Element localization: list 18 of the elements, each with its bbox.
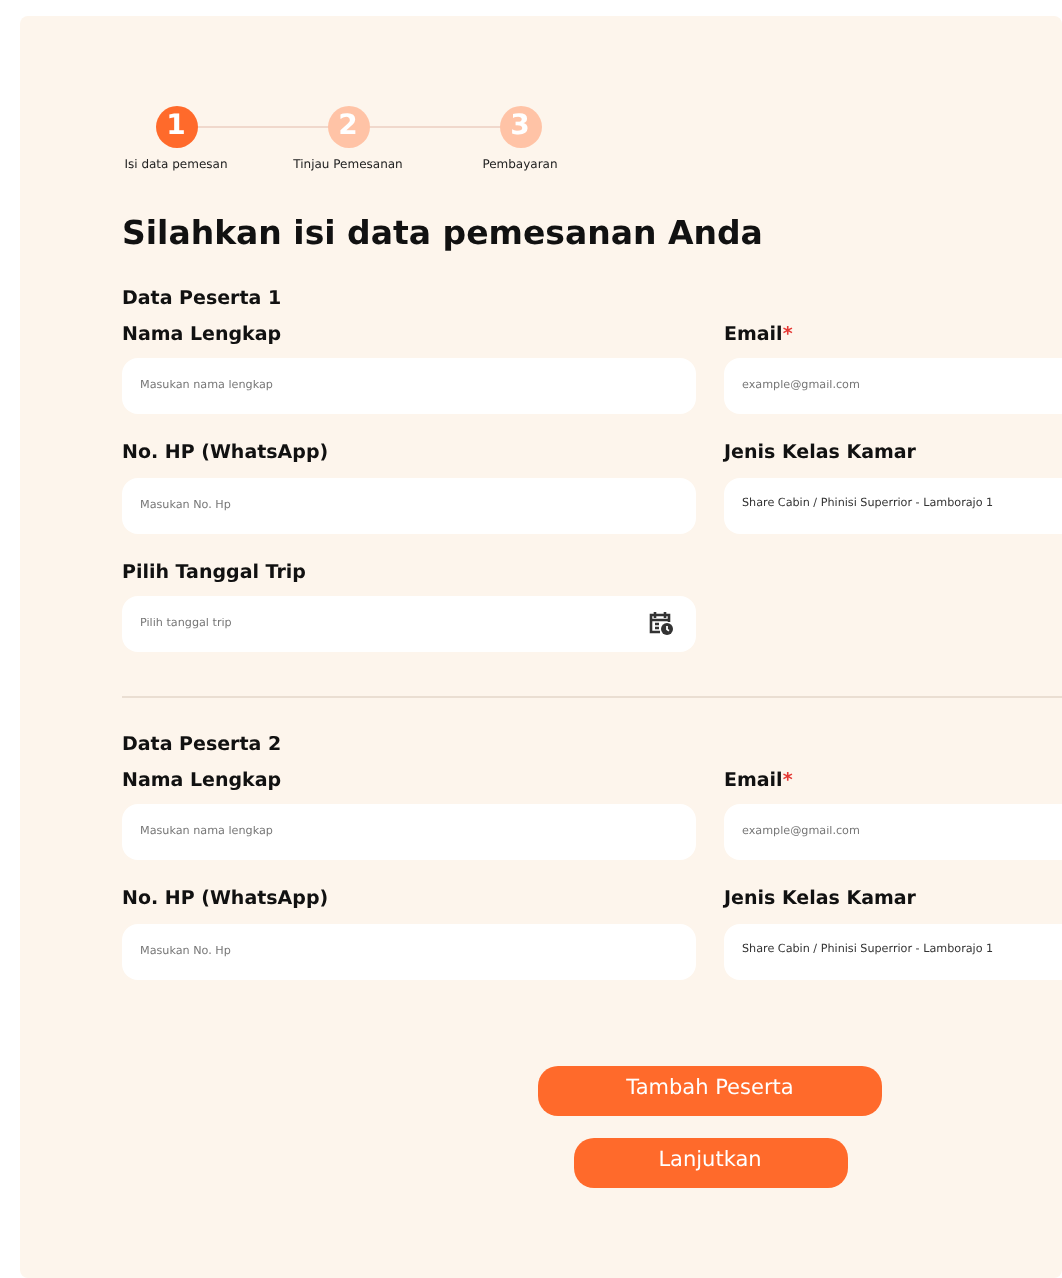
- required-mark: *: [782, 770, 793, 793]
- field-label: Email*: [724, 768, 795, 797]
- step-number: 1: [155, 106, 197, 148]
- page-title: Silahkan isi data pemesanan Anda: [122, 214, 765, 254]
- required-mark: *: [782, 324, 793, 347]
- field-label: Pilih Tanggal Trip: [122, 559, 308, 588]
- step-number: 2: [327, 106, 369, 148]
- field-label: Email*: [724, 322, 795, 351]
- field-label: Nama Lengkap: [122, 768, 284, 797]
- section-heading: Data Peserta 1: [122, 285, 284, 314]
- section-heading: Data Peserta 2: [122, 731, 284, 760]
- step-number: 3: [499, 106, 541, 148]
- field-label: No. HP (WhatsApp): [122, 886, 331, 915]
- field-label: Jenis Kelas Kamar: [724, 440, 918, 469]
- field-label: Nama Lengkap: [122, 322, 284, 351]
- field-label: No. HP (WhatsApp): [122, 440, 331, 469]
- field-label: Jenis Kelas Kamar: [724, 886, 918, 915]
- calendar-icon[interactable]: [648, 609, 674, 636]
